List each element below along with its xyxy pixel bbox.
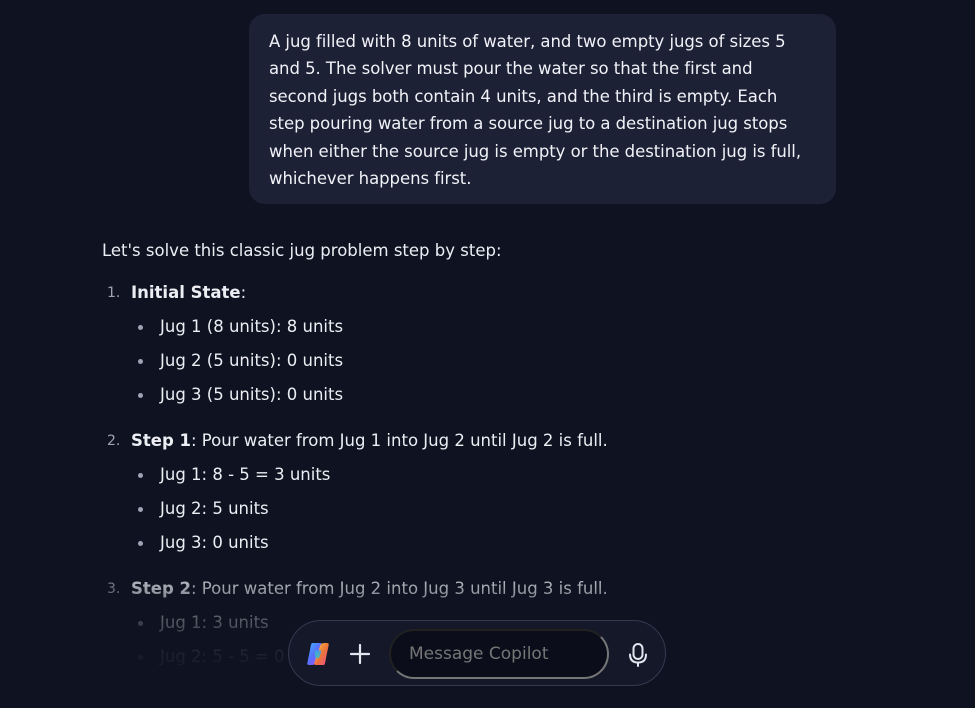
step-text: :	[240, 283, 247, 302]
bullet-dot	[138, 541, 143, 546]
jug-state-text: Jug 1: 3 units	[160, 613, 269, 632]
bullet-dot	[138, 359, 143, 364]
step-number: 3.	[107, 581, 121, 597]
bullet-dot	[138, 393, 143, 398]
step-text: : Pour water from Jug 2 into Jug 3 until…	[191, 579, 608, 598]
copilot-logo-icon[interactable]	[305, 641, 331, 667]
jug-state-item: Jug 3 (5 units): 0 units	[131, 380, 862, 414]
step-title: Initial State	[131, 283, 241, 302]
jug-state-item: Jug 2: 5 units	[131, 494, 862, 528]
bullet-dot	[138, 325, 143, 330]
jug-state-text: Jug 1: 8 - 5 = 3 units	[160, 465, 331, 484]
bullet-dot	[138, 473, 143, 478]
step-item: 1. Initial State: Jug 1 (8 units): 8 uni…	[102, 278, 862, 414]
step-heading: Initial State:	[131, 278, 862, 308]
jug-state-list: Jug 1 (8 units): 8 units Jug 2 (5 units)…	[131, 312, 862, 414]
microphone-icon[interactable]	[623, 640, 653, 670]
chat-page: A jug filled with 8 units of water, and …	[0, 0, 975, 708]
jug-state-text: Jug 3: 0 units	[160, 533, 269, 552]
step-title: Step 1	[131, 431, 191, 450]
jug-state-item: Jug 1 (8 units): 8 units	[131, 312, 862, 346]
jug-state-text: Jug 1 (8 units): 8 units	[160, 317, 344, 336]
steps-list: 1. Initial State: Jug 1 (8 units): 8 uni…	[102, 278, 862, 676]
bullet-dot	[138, 621, 143, 626]
jug-state-list: Jug 1: 8 - 5 = 3 units Jug 2: 5 units Ju…	[131, 460, 862, 562]
step-item: 2. Step 1: Pour water from Jug 1 into Ju…	[102, 426, 862, 562]
jug-state-item: Jug 2 (5 units): 0 units	[131, 346, 862, 380]
bullet-dot	[138, 507, 143, 512]
user-message-text: A jug filled with 8 units of water, and …	[269, 32, 802, 189]
step-heading: Step 2: Pour water from Jug 2 into Jug 3…	[131, 574, 862, 604]
message-input[interactable]	[389, 629, 609, 679]
assistant-intro: Let's solve this classic jug problem ste…	[102, 241, 502, 260]
plus-icon[interactable]	[345, 639, 375, 669]
step-text: : Pour water from Jug 1 into Jug 2 until…	[191, 431, 608, 450]
step-number: 1.	[107, 285, 121, 301]
jug-state-item: Jug 1: 8 - 5 = 3 units	[131, 460, 862, 494]
step-number: 2.	[107, 433, 121, 449]
message-composer	[288, 620, 666, 686]
jug-state-item: Jug 3: 0 units	[131, 528, 862, 562]
step-title: Step 2	[131, 579, 191, 598]
jug-state-text: Jug 2 (5 units): 0 units	[160, 351, 344, 370]
jug-state-text: Jug 3 (5 units): 0 units	[160, 385, 344, 404]
bullet-dot	[138, 655, 143, 660]
step-heading: Step 1: Pour water from Jug 1 into Jug 2…	[131, 426, 862, 456]
jug-state-text: Jug 2: 5 units	[160, 499, 269, 518]
user-message-bubble: A jug filled with 8 units of water, and …	[249, 14, 836, 204]
